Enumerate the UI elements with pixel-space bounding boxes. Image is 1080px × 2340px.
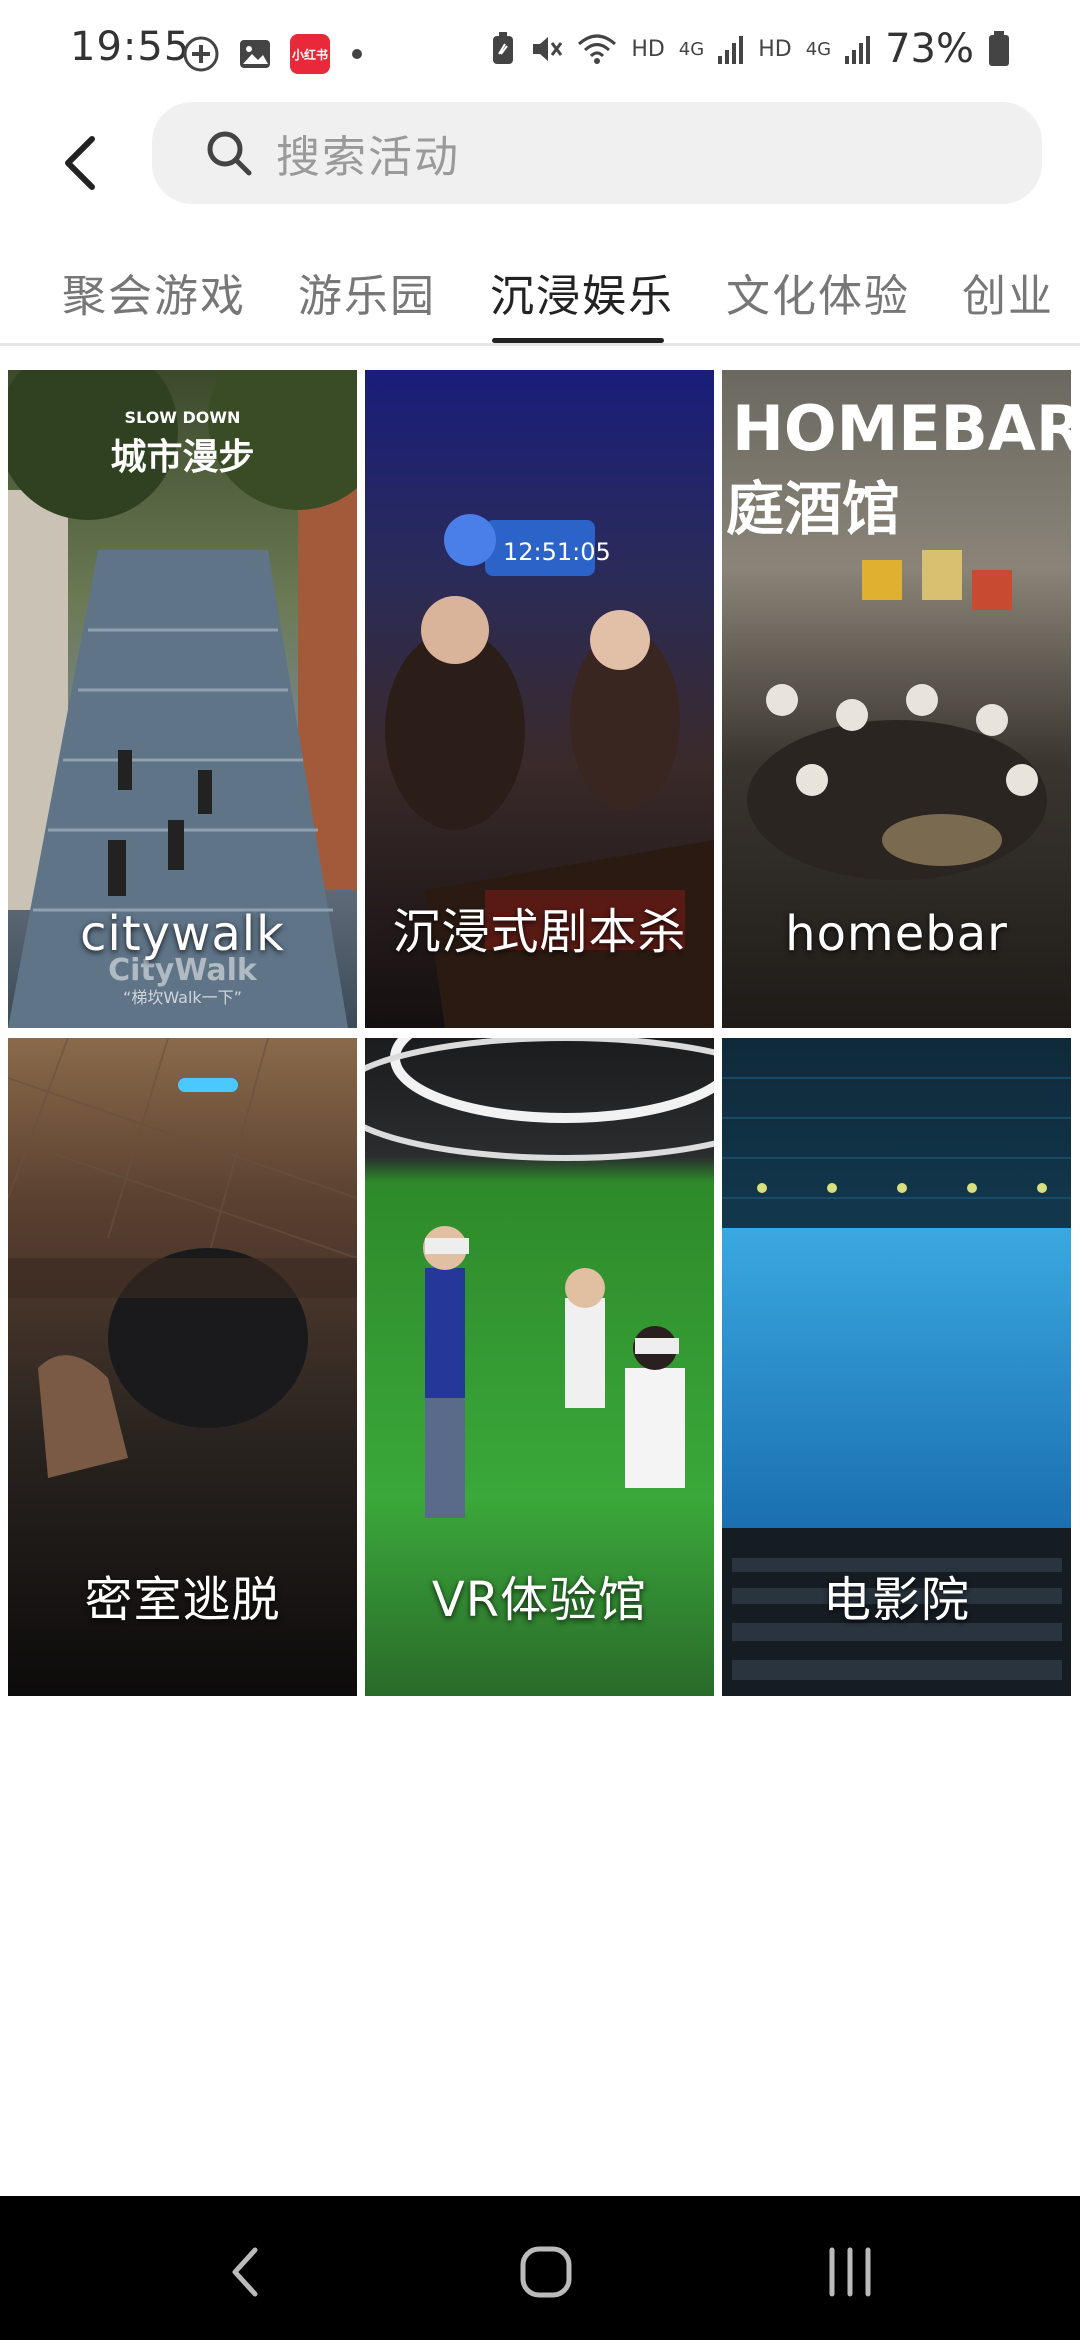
homebar-overlay-sub: 庭酒馆 xyxy=(726,475,901,543)
homebar-overlay-title: HOMEBAR xyxy=(732,392,1071,465)
battery-icon xyxy=(989,31,1009,66)
tile-label: 电影院 xyxy=(822,1572,970,1628)
search-icon xyxy=(207,131,252,176)
search-header: 搜索活动 xyxy=(0,100,1080,230)
more-notifications-dot xyxy=(352,49,362,59)
back-button[interactable] xyxy=(36,118,126,208)
citywalk-overlay-sub: SLOW DOWN xyxy=(124,408,241,427)
status-time: 19:55 xyxy=(70,24,191,70)
tab-cultural-experience[interactable]: 文化体验 xyxy=(726,260,910,324)
tile-immersive-script-murder[interactable]: 12:51:05 沉浸式剧本杀 xyxy=(365,370,714,1028)
category-tabs: 聚会游戏 游乐园 沉浸娱乐 文化体验 创业 xyxy=(0,240,1080,346)
tile-cinema[interactable]: 电影院 xyxy=(722,1038,1071,1696)
tile-label: 沉浸式剧本杀 xyxy=(392,904,687,960)
xiaohongshu-app-icon: 小红书 xyxy=(290,34,330,74)
status-notification-icons: 小红书 xyxy=(182,34,362,74)
tile-citywalk[interactable]: SLOW DOWN 城市漫步 CityWalk “梯坎Walk一下” cityw… xyxy=(8,370,357,1028)
nav-home-icon xyxy=(520,2246,572,2298)
status-bar: 19:55 小红书 HD 4G HD 4G 73% xyxy=(0,0,1080,100)
nav-back-icon xyxy=(232,2247,258,2297)
signal-icon-1 xyxy=(718,36,744,64)
tile-label: VR体验馆 xyxy=(431,1572,648,1628)
tile-homebar[interactable]: HOMEBAR 庭酒馆 homebar xyxy=(722,370,1071,1028)
nav-recents-button[interactable] xyxy=(805,2232,895,2312)
network-hd-1: HD xyxy=(631,36,665,62)
script-murder-clock: 12:51:05 xyxy=(503,538,611,566)
network-hd-2: HD xyxy=(758,36,792,62)
citywalk-overlay-title: 城市漫步 xyxy=(110,437,255,478)
tile-label: citywalk xyxy=(80,906,285,962)
tile-escape-room[interactable]: 密室逃脱 xyxy=(8,1038,357,1696)
tab-startup[interactable]: 创业 xyxy=(962,260,1054,324)
battery-percent: 73% xyxy=(885,26,974,72)
network-4g-1: 4G xyxy=(678,38,705,60)
search-input[interactable]: 搜索活动 xyxy=(152,102,1042,204)
search-placeholder: 搜索活动 xyxy=(276,132,460,183)
tab-amusement-park[interactable]: 游乐园 xyxy=(298,260,436,324)
wifi-icon xyxy=(578,34,617,64)
tile-label: homebar xyxy=(785,906,1008,962)
citywalk-overlay-caption: “梯坎Walk一下” xyxy=(123,988,242,1007)
tile-label: 密室逃脱 xyxy=(84,1572,281,1628)
tab-immersive-entertainment[interactable]: 沉浸娱乐 xyxy=(490,260,674,324)
nav-home-button[interactable] xyxy=(501,2232,591,2312)
nav-back-button[interactable] xyxy=(200,2232,290,2312)
gallery-icon xyxy=(236,35,274,73)
status-system-icons: HD 4G HD 4G 73% xyxy=(491,26,1010,72)
signal-icon-2 xyxy=(845,36,871,64)
tab-party-games[interactable]: 聚会游戏 xyxy=(62,260,246,324)
system-nav-bar xyxy=(0,2196,1080,2340)
nav-recents-icon xyxy=(829,2247,871,2297)
tile-vr-experience[interactable]: VR体验馆 xyxy=(365,1038,714,1696)
active-tab-indicator xyxy=(492,338,664,343)
gamepad-icon xyxy=(182,35,220,73)
network-4g-2: 4G xyxy=(805,38,832,60)
mute-icon xyxy=(533,37,563,61)
nfc-icon xyxy=(493,32,514,64)
chevron-left-icon xyxy=(65,136,95,190)
